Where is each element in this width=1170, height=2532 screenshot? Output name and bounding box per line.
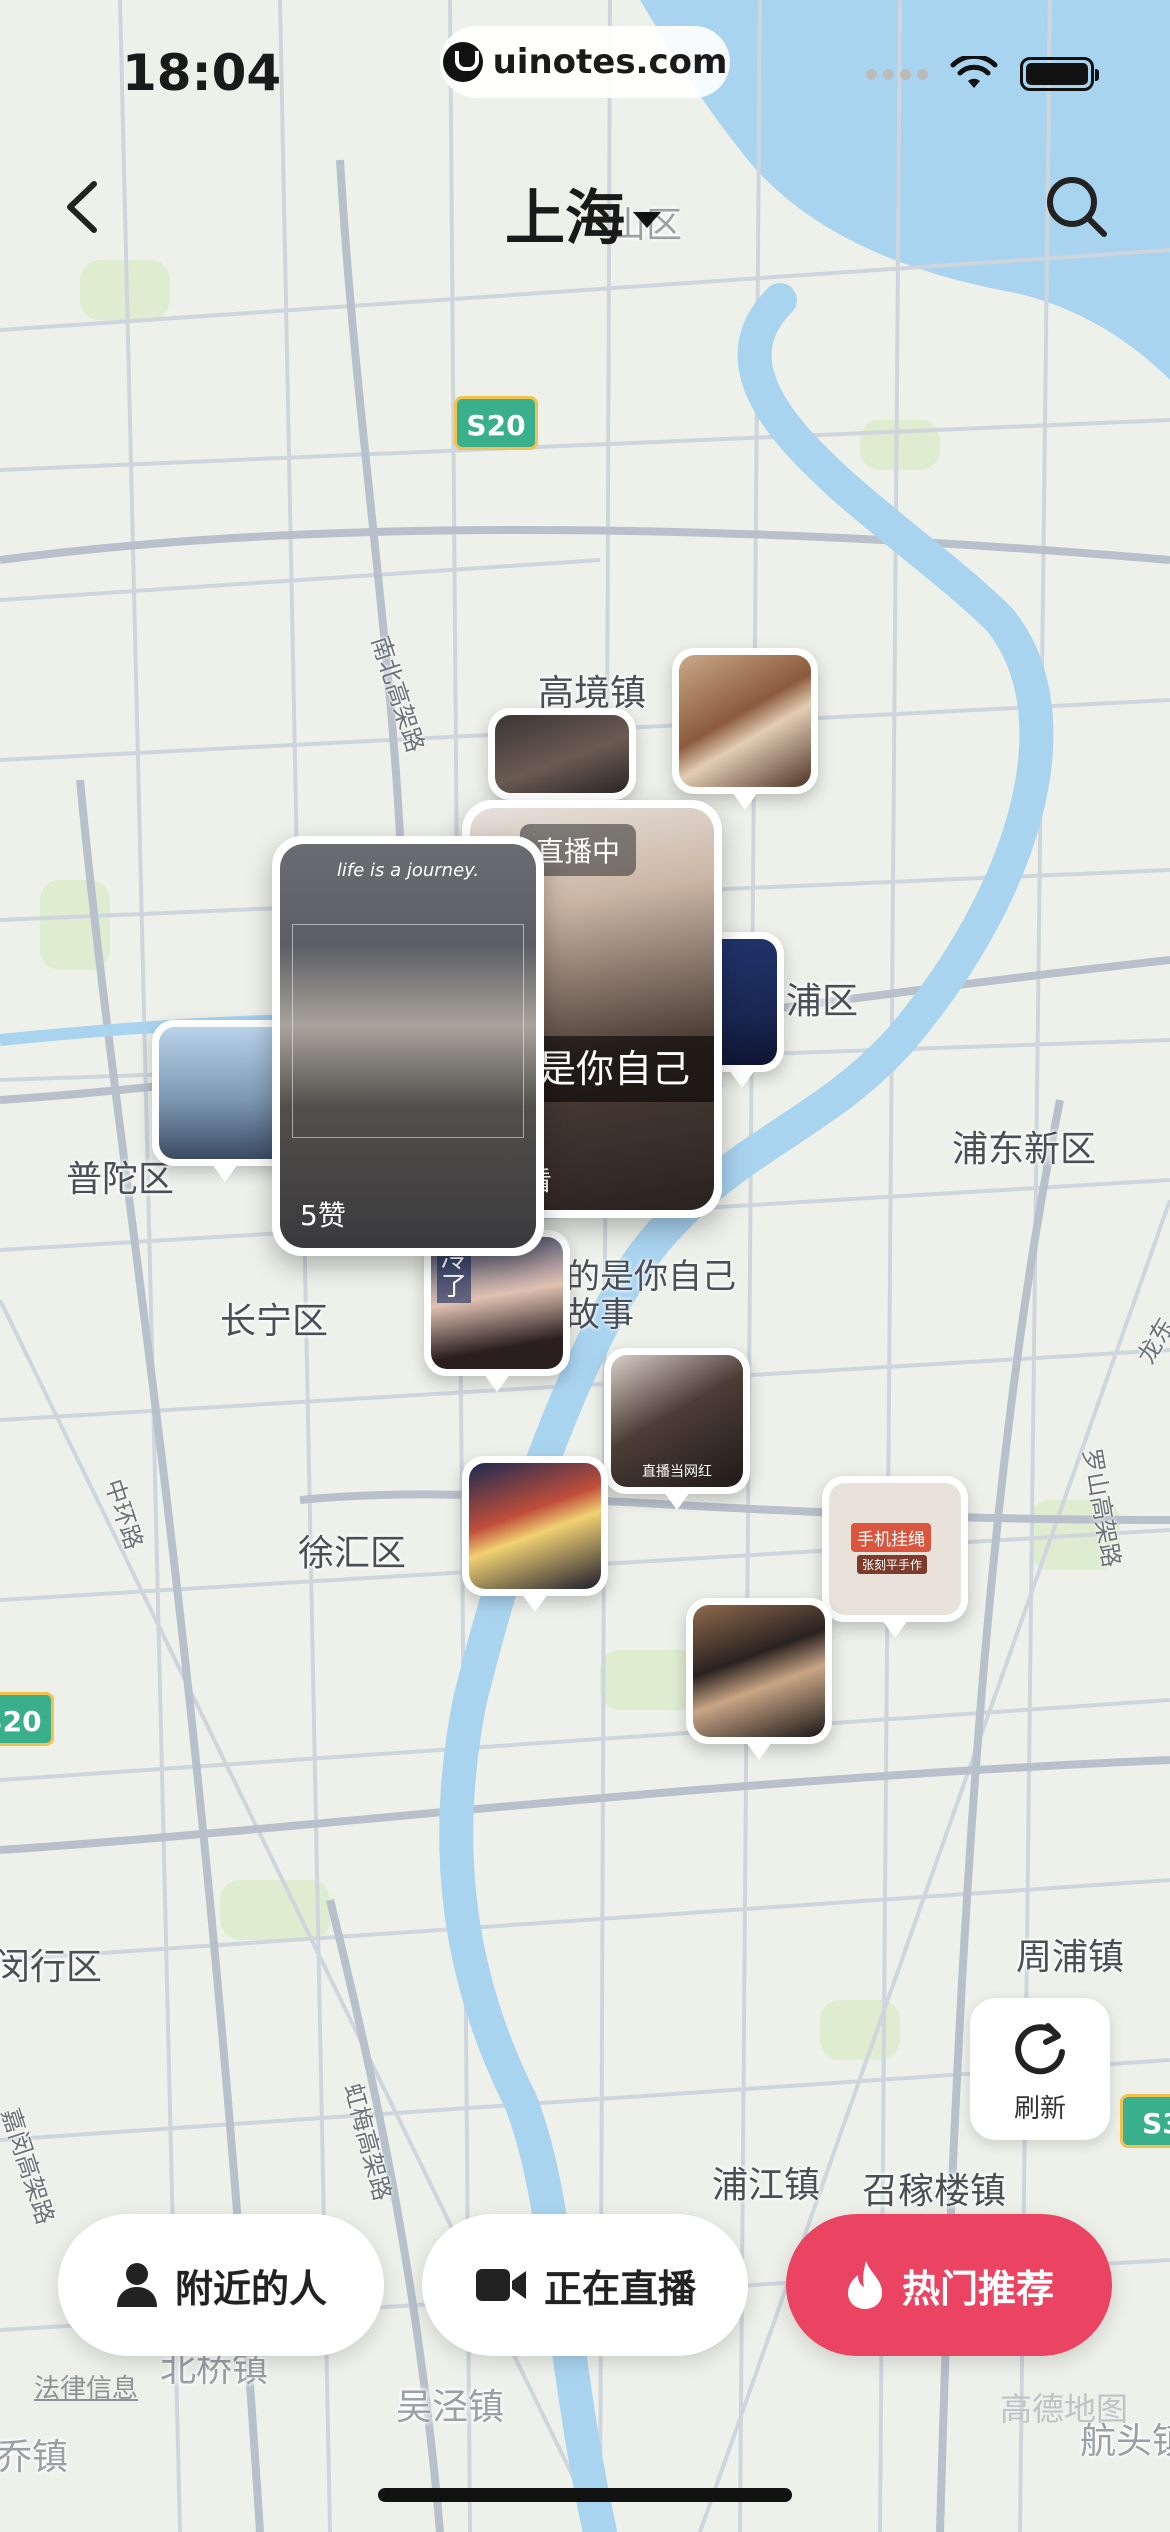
pin-photo: 冷 了 (431, 1237, 563, 1369)
status-icons (866, 56, 1099, 92)
district-label: 闵行区 (0, 1947, 103, 1988)
battery-icon (1020, 57, 1099, 91)
pin-photo (469, 1463, 601, 1589)
video-camera-icon (475, 2269, 526, 2301)
district-label: 浦江镇 (712, 2165, 821, 2206)
refresh-icon (1015, 2023, 1065, 2075)
city-selector[interactable]: 上海 (505, 170, 661, 257)
refresh-button[interactable]: 刷新 (970, 1998, 1110, 2140)
nearby-people-button[interactable]: 附近的人 (58, 2214, 384, 2356)
person-icon (116, 2263, 157, 2307)
post-frame (292, 924, 524, 1138)
flame-icon (847, 2261, 882, 2309)
highway-shield: S20 (0, 1692, 54, 1746)
chevron-left-icon[interactable] (50, 172, 120, 242)
district-label: 长宁区 (220, 1301, 329, 1342)
legal-info-link[interactable]: 法律信息 (34, 2368, 138, 2405)
map-brand: 高德地图 (1000, 2390, 1129, 2428)
photo-pin[interactable] (686, 1598, 832, 1760)
charm-title: 手机挂绳 (851, 1523, 931, 1552)
live-now-label: 正在直播 (543, 2266, 696, 2311)
district-label: 吴泾镇 (396, 2387, 505, 2428)
photo-pin[interactable] (488, 708, 636, 816)
post-journey-text: life is a journey. (336, 860, 480, 881)
caret-down-icon (633, 211, 661, 228)
photo-pin[interactable]: 直播当网红 (604, 1348, 750, 1510)
district-label: 徐汇区 (298, 1533, 407, 1574)
wifi-icon (950, 56, 998, 88)
signal-icon (866, 68, 928, 80)
district-label: 乔镇 (0, 2437, 69, 2478)
nearby-people-label: 附近的人 (174, 2266, 327, 2311)
pin-photo (679, 655, 811, 787)
district-label: 浦东新区 (952, 1129, 1097, 1170)
charm-subtitle: 张刻平手作 (857, 1555, 928, 1574)
district-label: 召稼楼镇 (862, 2171, 1007, 2212)
photo-pin[interactable] (462, 1456, 608, 1612)
hot-recommend-label: 热门推荐 (901, 2266, 1054, 2311)
pin-caption: 直播当网红 (642, 1464, 712, 1480)
hot-recommend-button[interactable]: 热门推荐 (786, 2214, 1112, 2356)
pin-photo (495, 715, 629, 793)
url-text: uinotes.com (492, 42, 728, 82)
pin-photo: 直播当网红 (611, 1355, 743, 1487)
district-label: 周浦镇 (1016, 1937, 1125, 1978)
url-pill: uinotes.com (440, 26, 730, 98)
status-time: 18:04 (122, 44, 282, 102)
district-label: 浦区 (786, 981, 859, 1022)
refresh-label: 刷新 (1013, 2094, 1066, 2124)
post-card[interactable]: life is a journey. 5赞 (272, 836, 544, 1256)
photo-pin[interactable]: 手机挂绳 张刻平手作 (822, 1476, 968, 1638)
post-card-photo: life is a journey. 5赞 (280, 844, 536, 1248)
home-indicator[interactable] (378, 2488, 792, 2502)
search-icon[interactable] (1040, 170, 1114, 244)
story-caption: 的是你自己 故事 (566, 1257, 736, 1335)
highway-shield: S20 (454, 396, 538, 450)
photo-pin[interactable] (672, 648, 818, 810)
site-logo-icon (442, 42, 483, 82)
highway-shield: S3 (1120, 2094, 1170, 2148)
post-likes: 5赞 (300, 1199, 346, 1232)
city-name: 上海 (505, 184, 625, 254)
live-now-button[interactable]: 正在直播 (422, 2214, 748, 2356)
pin-photo (693, 1605, 825, 1737)
pin-photo: 手机挂绳 张刻平手作 (829, 1483, 961, 1615)
